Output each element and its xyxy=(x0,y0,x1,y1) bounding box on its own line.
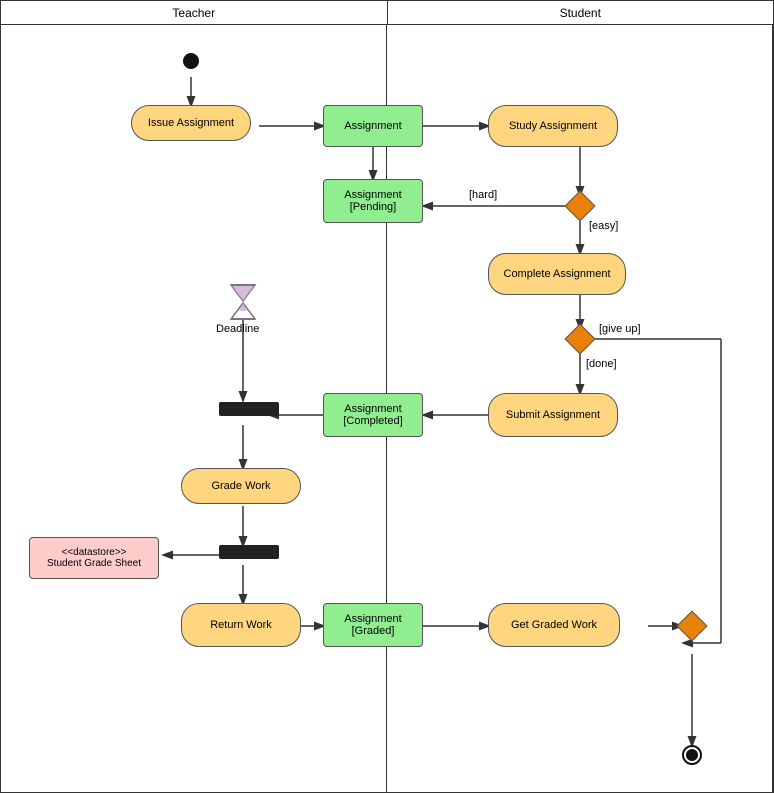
bar1-node xyxy=(219,402,279,416)
diagram-container: Teacher Student xyxy=(0,0,774,793)
issue-assignment-node: Issue Assignment xyxy=(131,105,251,141)
grade-work-node: Grade Work xyxy=(181,468,301,504)
student-lane-title: Student xyxy=(388,1,774,24)
swimlane-header: Teacher Student xyxy=(1,1,773,25)
deadline-label: Deadline xyxy=(216,323,259,335)
assignment-completed-node: Assignment [Completed] xyxy=(323,393,423,437)
complete-assignment-node: Complete Assignment xyxy=(488,253,626,295)
diamond2-node xyxy=(569,328,591,350)
return-work-node: Return Work xyxy=(181,603,301,647)
diamond3-node xyxy=(681,615,703,637)
give-up-label: [give up] xyxy=(599,323,641,335)
deadline-hourglass xyxy=(227,283,259,324)
student-grade-sheet-node: <<datastore>> Student Grade Sheet xyxy=(29,537,159,579)
assignment-graded-node: Assignment [Graded] xyxy=(323,603,423,647)
study-assignment-node: Study Assignment xyxy=(488,105,618,147)
easy-label: [easy] xyxy=(589,220,618,232)
submit-assignment-node: Submit Assignment xyxy=(488,393,618,437)
end-node-inner xyxy=(686,749,698,761)
end-node xyxy=(682,745,702,765)
hard-label: [hard] xyxy=(469,189,497,201)
get-graded-work-node: Get Graded Work xyxy=(488,603,620,647)
assignment-pending-node: Assignment [Pending] xyxy=(323,179,423,223)
swimlane-body: Issue Assignment Assignment Study Assign… xyxy=(1,25,773,793)
start-node xyxy=(183,53,199,69)
teacher-lane-title: Teacher xyxy=(1,1,388,24)
done-label: [done] xyxy=(586,358,617,370)
diamond1-node xyxy=(569,195,591,217)
assignment-object-node: Assignment xyxy=(323,105,423,147)
bar2-node xyxy=(219,545,279,559)
